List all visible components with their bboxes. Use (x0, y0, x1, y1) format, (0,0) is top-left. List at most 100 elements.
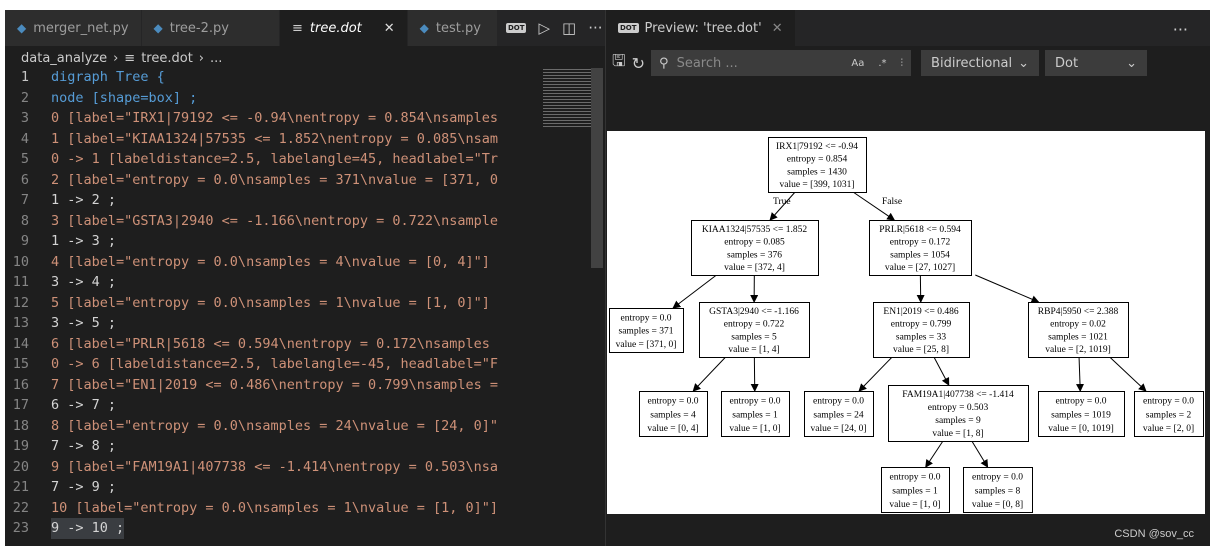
preview-tab-bar: DOT Preview: 'tree.dot' ✕ ··· (606, 10, 1210, 46)
code-area[interactable]: 1 digraph Tree {2 node [shape=box] ; 3 0 [la… (5, 67, 541, 546)
engine-value: Dot (1055, 55, 1079, 71)
regex-icon[interactable]: .* (878, 58, 886, 69)
line-number: 18 (12, 417, 29, 434)
match-case-icon[interactable]: Aa (851, 58, 864, 69)
node-label: entropy = 0.0 (1143, 397, 1194, 407)
code-line[interactable]: 7 1 -> 2 ; (5, 190, 541, 211)
tab-preview[interactable]: DOT Preview: 'tree.dot' ✕ (606, 10, 796, 46)
code-line[interactable]: 20 9 [label="FAM19A1|407738 <= -1.414\nen… (5, 457, 541, 478)
line-number: 12 (12, 294, 29, 311)
refresh-icon[interactable]: ↻ (632, 54, 645, 73)
more-actions-icon[interactable]: ··· (588, 19, 602, 37)
breadcrumb-file[interactable]: tree.dot (141, 51, 193, 66)
edge-label-true: True (773, 197, 791, 207)
run-icon[interactable]: ▷ (538, 19, 550, 37)
editor-tab-bar: ◆ merger_net.py ◆ tree-2.py ≡ tree.dot ✕ ◆ te… (5, 10, 605, 46)
tab-label: tree-2.py (169, 20, 229, 36)
node-label: value = [1, 4] (728, 345, 779, 355)
node-label: value = [1, 0] (889, 500, 940, 510)
tab-merger-net[interactable]: ◆ merger_net.py (5, 10, 142, 46)
code-line[interactable]: 19 7 -> 8 ; (5, 436, 541, 457)
python-icon: ◆ (419, 21, 429, 35)
search-input[interactable]: ⚲ Search ... Aa .* ⫶ (651, 50, 912, 76)
node-label: entropy = 0.02 (1050, 320, 1106, 330)
direction-select[interactable]: Bidirectional ⌄ (921, 50, 1040, 76)
code-line[interactable]: 18 8 [label="entropy = 0.0\nsamples = 24\… (5, 416, 541, 437)
node-label: value = [27, 1027] (885, 263, 955, 273)
code-line[interactable]: 17 6 -> 7 ; (5, 395, 541, 416)
code-line[interactable]: 8 3 [label="GSTA3|2940 <= -1.166\nentropy… (5, 211, 541, 232)
code-line[interactable]: 15 0 -> 6 [labeldistance=2.5, labelangle=… (5, 354, 541, 375)
tab-tree-2[interactable]: ◆ tree-2.py (141, 10, 280, 46)
split-editor-icon[interactable]: ◫ (562, 19, 576, 37)
line-number: 11 (12, 274, 29, 290)
breadcrumb-symbol[interactable]: ... (210, 51, 222, 66)
more-actions-icon[interactable]: ··· (1173, 10, 1210, 46)
code-line[interactable]: 12 5 [label="entropy = 0.0\nsamples = 1\n… (5, 293, 541, 314)
node-label: samples = 33 (896, 332, 946, 342)
node-label: entropy = 0.503 (928, 403, 989, 413)
engine-select[interactable]: Dot ⌄ (1045, 50, 1148, 76)
tab-label: merger_net.py (33, 20, 129, 36)
code-text: 3 -> 4 ; (51, 274, 117, 290)
code-line[interactable]: 22 10 [label="entropy = 0.0\nsamples = 1\… (5, 498, 541, 519)
node-label: samples = 24 (813, 410, 863, 420)
chevron-down-icon: ⌄ (1018, 55, 1030, 71)
code-line[interactable]: 23 9 -> 10 ; (5, 518, 541, 539)
code-line[interactable]: 4 1 [label="KIAA1324|57535 <= 1.852\nentr… (5, 129, 541, 150)
tab-label: Preview: 'tree.dot' (644, 20, 762, 36)
breadcrumb-folder[interactable]: data_analyze (21, 51, 107, 66)
node-label: samples = 1019 (1051, 410, 1111, 420)
code-text: 9 [label="FAM19A1|407738 <= -1.414\nentr… (51, 458, 499, 475)
minimap[interactable] (543, 68, 591, 128)
code-line[interactable]: 6 2 [label="entropy = 0.0\nsamples = 371\… (5, 170, 541, 191)
tree-edge (1109, 356, 1147, 392)
line-number: 7 (20, 192, 29, 208)
node-label: value = [371, 0] (616, 340, 677, 350)
close-icon[interactable]: ✕ (384, 21, 395, 36)
vertical-scrollbar[interactable] (591, 68, 603, 268)
code-text: 7 -> 8 ; (51, 438, 117, 454)
code-line[interactable]: 21 7 -> 9 ; (5, 477, 541, 498)
tab-tree-dot[interactable]: ≡ tree.dot ✕ (279, 10, 408, 46)
node-label: samples = 376 (727, 250, 782, 260)
code-text: 6 [label="PRLR|5618 <= 0.594\nentropy = … (51, 335, 490, 352)
node-label: samples = 371 (619, 327, 674, 337)
code-text: 3 -> 5 ; (51, 315, 117, 331)
node-label: value = [0, 1019] (1048, 424, 1114, 434)
code-text: 1 -> 3 ; (51, 233, 117, 249)
line-number: 16 (12, 376, 29, 393)
code-line[interactable]: 1 digraph Tree { (5, 67, 541, 88)
code-line[interactable]: 13 3 -> 5 ; (5, 313, 541, 334)
close-icon[interactable]: ✕ (772, 21, 783, 36)
code-line[interactable]: 10 4 [label="entropy = 0.0\nsamples = 4\n… (5, 252, 541, 273)
tab-test[interactable]: ◆ test.py (407, 10, 498, 46)
node-label: entropy = 0.854 (787, 155, 848, 165)
node-label: entropy = 0.0 (729, 397, 780, 407)
graph-canvas[interactable]: IRX1|79192 <= -0.94 entropy = 0.854 sample… (607, 131, 1205, 514)
code-text: 0 -> 6 [labeldistance=2.5, labelangle=-4… (51, 356, 499, 372)
filter-options-icon[interactable]: ⫶ (901, 58, 904, 69)
code-line[interactable]: 5 0 -> 1 [labeldistance=2.5, labelangle=4… (5, 149, 541, 170)
code-line[interactable]: 11 3 -> 4 ; (5, 272, 541, 293)
python-icon: ◆ (153, 21, 163, 35)
node-label: value = [2, 1019] (1045, 345, 1111, 355)
line-number: 2 (20, 89, 29, 106)
dot-preview-button[interactable]: DOT (505, 23, 527, 33)
save-icon[interactable]: 🖫 (612, 50, 626, 77)
code-line[interactable]: 2 node [shape=box] ; (5, 88, 541, 109)
node-label: value = [24, 0] (810, 424, 866, 434)
code-text: 1 -> 2 ; (51, 192, 117, 208)
python-icon: ◆ (17, 21, 27, 35)
node-label: GSTA3|2940 <= -1.166 (709, 307, 799, 317)
file-lines-icon: ≡ (291, 20, 303, 36)
preview-toolbar: 🖫 ↻ ⚲ Search ... Aa .* ⫶ Bidirectional ⌄ … (606, 49, 1210, 77)
node-label: samples = 9 (935, 416, 981, 426)
edge-label-false: False (882, 197, 902, 207)
code-line[interactable]: 16 7 [label="EN1|2019 <= 0.486\nentropy =… (5, 375, 541, 396)
code-line[interactable]: 9 1 -> 3 ; (5, 231, 541, 252)
node-label: entropy = 0.0 (972, 473, 1023, 483)
code-line[interactable]: 14 6 [label="PRLR|5618 <= 0.594\nentropy … (5, 334, 541, 355)
direction-value: Bidirectional (931, 55, 1013, 71)
code-line[interactable]: 3 0 [label="IRX1|79192 <= -0.94\nentropy … (5, 108, 541, 129)
